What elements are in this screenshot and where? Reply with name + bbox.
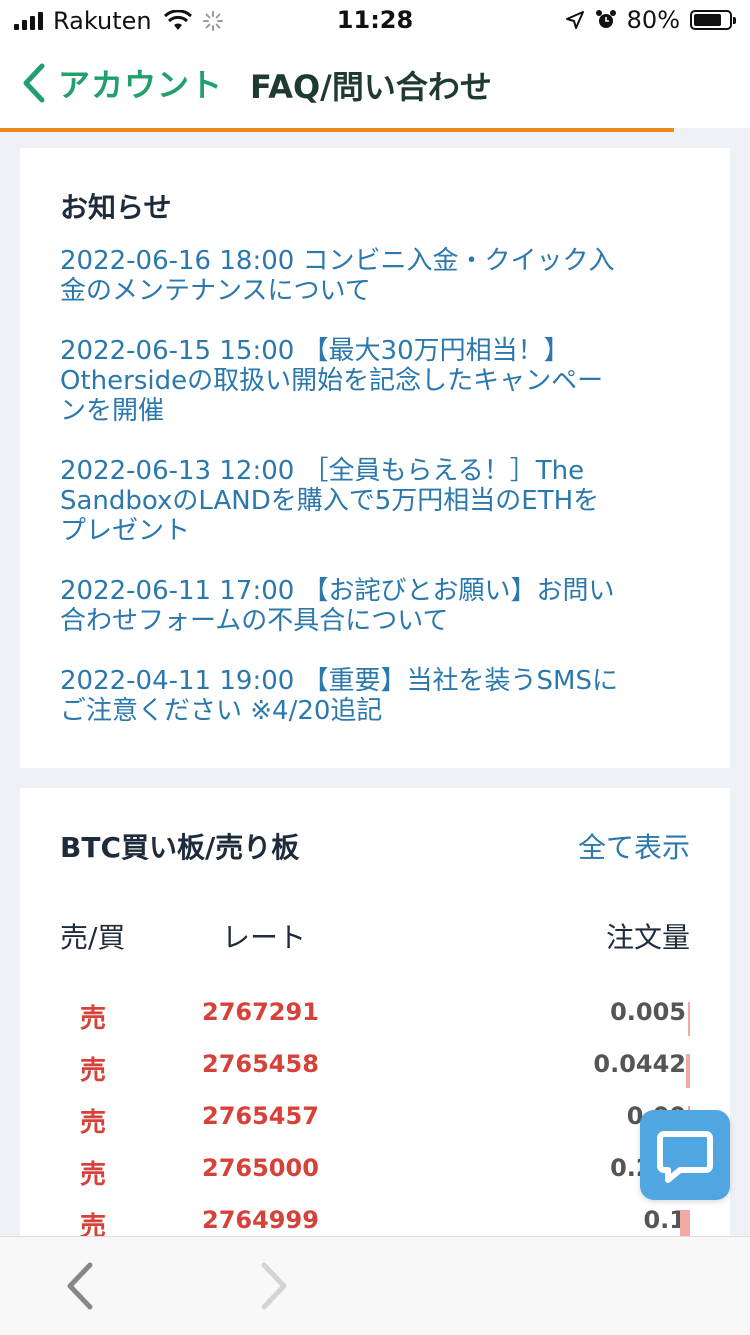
battery-percent: 80% <box>626 6 680 34</box>
news-link-text: Othersideの取扱い開始を記念したキャンペー <box>60 366 604 396</box>
order-side: 売 <box>80 1108 107 1138</box>
bottom-toolbar <box>0 1236 750 1335</box>
back-button-label: アカウント <box>58 66 224 104</box>
order-rate: 2765457 <box>202 1102 319 1130</box>
order-rate: 2764999 <box>202 1206 319 1234</box>
location-arrow-icon <box>565 11 584 29</box>
navigation-bar: アカウント FAQ/問い合わせ <box>0 40 750 128</box>
news-link-text: 金のメンテナンスについて <box>60 276 371 306</box>
column-header-side: 売/買 <box>60 921 126 954</box>
news-link-text: SandboxのLANDを購入で5万円相当のETHを <box>60 486 600 516</box>
status-right: 80% <box>565 6 736 34</box>
battery-icon <box>690 10 736 30</box>
alarm-clock-icon <box>595 10 616 28</box>
order-side: 売 <box>80 1004 107 1034</box>
order-side: 売 <box>80 1160 107 1190</box>
chat-button[interactable] <box>640 1110 730 1200</box>
order-rate: 2767291 <box>202 998 319 1026</box>
news-heading: お知らせ <box>60 191 172 224</box>
news-link[interactable]: 2022-06-11 17:00 【お詫びとお願い】お問い 合わせフォームの不具… <box>60 576 680 636</box>
news-link-text: 合わせフォームの不具合について <box>60 606 449 636</box>
news-link[interactable]: 2022-06-13 12:00 ［全員もらえる！］The SandboxのLA… <box>60 456 680 546</box>
chevron-left-icon <box>23 63 45 103</box>
order-rate: 2765458 <box>202 1050 319 1078</box>
browser-back-icon[interactable] <box>62 1261 98 1311</box>
volume-bar <box>686 1054 690 1088</box>
order-row[interactable]: 売 2765457 0.00 <box>20 1102 730 1154</box>
browser-forward-icon[interactable] <box>256 1261 292 1311</box>
column-header-quantity: 注文量 <box>605 921 690 954</box>
news-link-text: 2022-04-11 19:00 【重要】当社を装うSMSに <box>60 666 618 696</box>
news-link[interactable]: 2022-04-11 19:00 【重要】当社を装うSMSに ご注意ください ※… <box>60 666 680 726</box>
news-link-text: 2022-06-13 12:00 ［全員もらえる！］The <box>60 456 585 486</box>
back-button[interactable]: アカウント <box>14 58 223 108</box>
page-load-progress-bar <box>0 128 674 132</box>
news-link-text: ンを開催 <box>60 396 165 426</box>
order-book-heading: BTC買い板/売り板 <box>60 831 300 864</box>
volume-bar <box>688 1002 690 1036</box>
news-card: お知らせ 2022-06-16 18:00 コンビニ入金・クイック入 金のメンテ… <box>20 148 730 768</box>
column-header-rate: レート <box>222 921 307 954</box>
order-quantity: 0.0442 <box>593 1050 686 1078</box>
chat-bubble-icon <box>657 1131 713 1183</box>
order-row[interactable]: 売 2767291 0.005 <box>20 998 730 1050</box>
order-row[interactable]: 売 2765458 0.0442 <box>20 1050 730 1102</box>
order-side: 売 <box>80 1056 107 1086</box>
news-link-text: 2022-06-11 17:00 【お詫びとお願い】お問い <box>60 576 615 606</box>
order-book-rows: 売 2767291 0.005 売 2765458 0.0442 売 27654… <box>20 998 730 1258</box>
news-link-text: プレゼント <box>60 516 191 546</box>
news-link[interactable]: 2022-06-15 15:00 【最大30万円相当！】 Othersideの取… <box>60 336 680 426</box>
news-link-text: 2022-06-15 15:00 【最大30万円相当！】 <box>60 336 570 366</box>
page-title: FAQ/問い合わせ <box>250 68 492 106</box>
news-link[interactable]: 2022-06-16 18:00 コンビニ入金・クイック入 金のメンテナンスにつ… <box>60 246 680 306</box>
news-link-text: 2022-06-16 18:00 コンビニ入金・クイック入 <box>60 246 615 276</box>
order-row[interactable]: 売 2765000 0.202 <box>20 1154 730 1206</box>
order-book-card: BTC買い板/売り板 全て表示 売/買 レート 注文量 売 2767291 0.… <box>20 788 730 1248</box>
order-quantity: 0.005 <box>610 998 686 1026</box>
news-list: 2022-06-16 18:00 コンビニ入金・クイック入 金のメンテナンスにつ… <box>60 246 680 756</box>
status-bar: Rakuten 11:28 80% <box>0 0 750 40</box>
show-all-link[interactable]: 全て表示 <box>578 826 690 866</box>
news-link-text: ご注意ください ※4/20追記 <box>60 696 383 726</box>
battery-fill <box>694 14 721 26</box>
order-rate: 2765000 <box>202 1154 319 1182</box>
